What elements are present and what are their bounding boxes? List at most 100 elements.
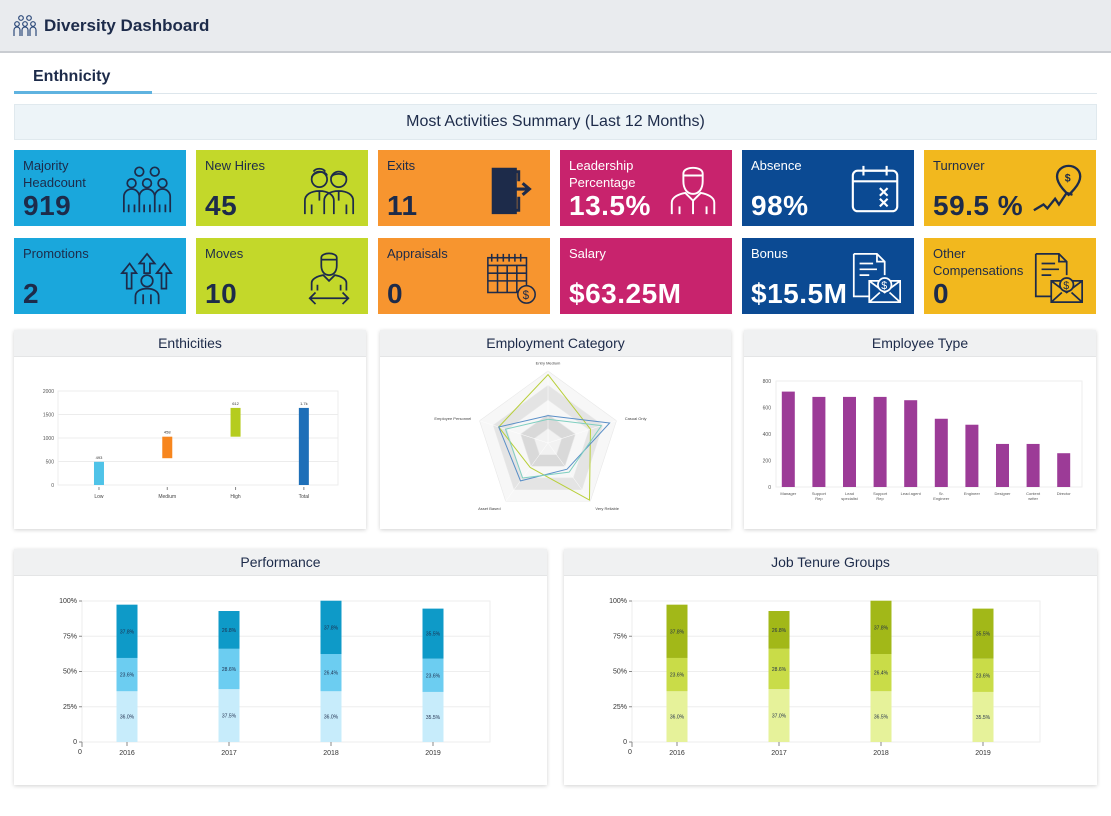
people-group-icon: [122, 166, 172, 213]
data-label: 36.5%: [874, 715, 889, 721]
kpi-label: Other Compensations: [933, 246, 1024, 278]
kpi-tile-majority-headcount[interactable]: Majority Headcount 919: [14, 150, 186, 226]
x-tick-label: 2019: [425, 750, 441, 757]
kpi-tile-moves[interactable]: Moves 10: [196, 238, 368, 314]
data-label: 36.0%: [120, 715, 135, 721]
svg-text:$: $: [1065, 172, 1071, 184]
x-tick-label: specialist: [841, 496, 858, 501]
y-tick-label: 400: [763, 432, 772, 438]
bar: [934, 418, 948, 487]
y-tick-label: 100%: [59, 598, 77, 605]
kpi-label: Leadership Percentage: [569, 158, 636, 190]
kpi-label: Bonus: [751, 246, 788, 261]
kpi-tile-new-hires[interactable]: New Hires 45: [196, 150, 368, 226]
x-tick-label: 2018: [323, 750, 339, 757]
radar-axis-label: Employee Personnel: [434, 416, 471, 421]
x-tick-label: writer: [1028, 496, 1038, 501]
data-label: 23.6%: [976, 673, 991, 679]
exit-door-icon: [491, 167, 532, 215]
x-tick-label: Designer: [994, 491, 1011, 496]
calendar-money-icon: $: [487, 253, 536, 304]
employee-type-panel: Employee Type 0 200 400 600 800 Manager Suppor…: [744, 330, 1096, 529]
kpi-label: Promotions: [23, 246, 89, 261]
kpi-tile-bonus[interactable]: Bonus $15.5M $: [742, 238, 914, 314]
y-tick-label: 0: [73, 739, 77, 746]
data-label: 28.6%: [772, 667, 787, 673]
data-label: 23.6%: [120, 673, 135, 679]
y-tick-label: 800: [763, 379, 772, 385]
kpi-tile-appraisals[interactable]: Appraisals 0 $: [378, 238, 550, 314]
kpi-value: 13.5%: [569, 190, 651, 221]
kpi-value: $15.5M: [751, 278, 848, 309]
x-tick-label: Lead agent: [901, 491, 922, 496]
data-label: 35.5%: [426, 715, 441, 721]
data-label: 36.0%: [324, 715, 339, 721]
waterfall-bar: [230, 407, 241, 437]
bar: [812, 396, 826, 487]
employment-category-chart: Entry Medium Casual Only Very Reliable Asse…: [434, 360, 647, 511]
waterfall-bar: [162, 436, 173, 459]
x-origin-label: 0: [78, 749, 82, 756]
kpi-tile-leadership-percentage[interactable]: Leadership Percentage 13.5%: [560, 150, 732, 226]
x-tick-label: Low: [94, 494, 104, 500]
y-tick-label: 0: [768, 485, 771, 491]
kpi-tile-other-compensations[interactable]: Other Compensations 0 $: [924, 238, 1096, 314]
ethnicities-panel: Enthicities 0 500 1000 1500 2000 493 Low 458 Med…: [14, 330, 366, 529]
bar: [873, 396, 887, 487]
money-envelope-icon: $: [852, 252, 902, 304]
svg-text:$: $: [881, 280, 887, 292]
data-label: 37.8%: [874, 625, 889, 631]
kpi-tile-absence[interactable]: Absence 98%: [742, 150, 914, 226]
radar-axis-label: Casual Only: [625, 416, 647, 421]
y-tick-label: 0: [623, 739, 627, 746]
kpi-tile-promotions[interactable]: Promotions 2: [14, 238, 186, 314]
kpi-value: 2: [23, 278, 40, 309]
performance-panel: Performance 0 25% 50% 75% 100% 0 36.0% 23.6% 37.…: [14, 549, 547, 785]
kpi-value: $63.25M: [569, 278, 682, 309]
kpi-value: 45: [205, 190, 238, 221]
x-tick-label: 2016: [669, 750, 685, 757]
employment-category-panel: Employment Category Entry Medium Casual O…: [380, 330, 731, 529]
data-label: 458: [164, 430, 171, 435]
x-tick-label: 2017: [771, 750, 787, 757]
x-origin-label: 0: [628, 749, 632, 756]
data-label: 26.4%: [874, 671, 889, 677]
x-tick-label: High: [230, 494, 241, 500]
x-tick-label: Director: [1057, 491, 1072, 496]
kpi-label: Turnover: [933, 158, 985, 173]
y-tick-label: 2000: [43, 389, 54, 395]
y-tick-label: 75%: [613, 633, 627, 640]
data-label: 37.5%: [222, 714, 237, 720]
top-bar: Diversity Dashboard: [0, 0, 1111, 53]
tab-ethnicity[interactable]: Enthnicity: [14, 62, 152, 94]
kpi-label: Majority Headcount: [23, 158, 86, 190]
money-envelope-icon: $: [1034, 252, 1084, 304]
promotion-arrows-icon: [120, 252, 173, 305]
summary-banner: Most Activities Summary (Last 12 Months): [14, 104, 1097, 140]
tab-bar: Enthnicity: [14, 62, 1097, 94]
radar-axis-label: Entry Medium: [536, 360, 561, 365]
kpi-label: Absence: [751, 158, 802, 173]
kpi-label: New Hires: [205, 158, 265, 173]
svg-text:$: $: [1063, 280, 1069, 292]
kpi-value: 10: [205, 278, 238, 309]
kpi-tile-turnover[interactable]: Turnover 59.5 % $: [924, 150, 1096, 226]
people-group-icon: [13, 14, 37, 36]
y-tick-label: 75%: [63, 633, 77, 640]
x-tick-label: Rep: [815, 496, 823, 501]
kpi-tile-exits[interactable]: Exits 11: [378, 150, 550, 226]
data-label: 1.7k: [300, 401, 308, 406]
data-label: 26.4%: [324, 671, 339, 677]
data-label: 35.5%: [976, 632, 991, 638]
data-label: 37.8%: [670, 629, 685, 635]
y-tick-label: 1000: [43, 436, 54, 442]
kpi-value: 11: [387, 190, 418, 221]
kpi-tile-salary[interactable]: Salary $63.25M: [560, 238, 732, 314]
data-label: 23.6%: [426, 673, 441, 679]
y-tick-label: 50%: [63, 669, 77, 676]
x-tick-label: 2018: [873, 750, 889, 757]
move-person-icon: [308, 252, 350, 305]
x-tick-label: 2019: [975, 750, 991, 757]
data-label: 37.0%: [772, 714, 787, 720]
waterfall-bar: [298, 407, 309, 485]
